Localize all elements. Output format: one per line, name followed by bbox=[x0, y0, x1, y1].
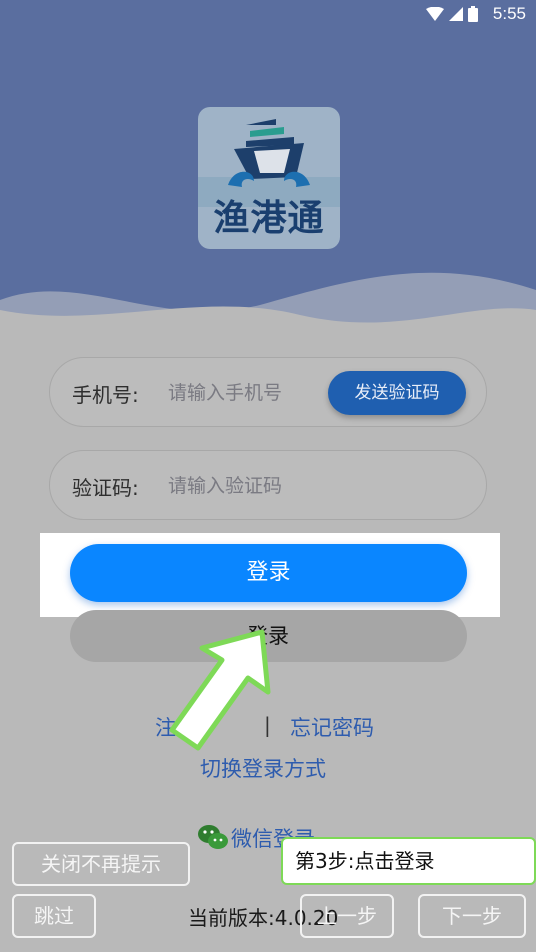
verification-code-input[interactable] bbox=[168, 471, 328, 501]
guide-tip: 第3步:点击登录 bbox=[281, 837, 536, 885]
verification-code-field: 验证码: bbox=[49, 450, 487, 520]
close-guide-button[interactable]: 关闭不再提示 bbox=[12, 842, 190, 886]
forgot-password-link[interactable]: 忘记密码 bbox=[290, 712, 374, 742]
phone-field: 手机号: 发送验证码 bbox=[49, 357, 487, 427]
phone-label: 手机号: bbox=[72, 383, 139, 407]
skip-button[interactable]: 跳过 bbox=[12, 894, 96, 938]
code-label: 验证码: bbox=[72, 476, 139, 500]
status-icons bbox=[426, 6, 478, 22]
wechat-icon[interactable] bbox=[197, 823, 229, 851]
prev-step-button[interactable]: 上一步 bbox=[300, 894, 394, 938]
send-code-button[interactable]: 发送验证码 bbox=[328, 371, 466, 415]
login-button[interactable]: 登录 bbox=[70, 544, 467, 602]
status-time: 5:55 bbox=[492, 4, 526, 23]
wifi-icon bbox=[426, 7, 444, 21]
battery-icon bbox=[468, 6, 478, 22]
switch-login-link[interactable]: 切换登录方式 bbox=[200, 753, 326, 783]
logo-text: 渔港通 bbox=[213, 198, 325, 239]
phone-input[interactable] bbox=[168, 378, 328, 408]
signal-icon bbox=[449, 7, 463, 21]
next-step-button[interactable]: 下一步 bbox=[418, 894, 526, 938]
status-bar: 5:55 bbox=[0, 0, 536, 28]
pointer-arrow-icon bbox=[169, 629, 271, 751]
app-logo: 渔港通 bbox=[198, 107, 340, 249]
